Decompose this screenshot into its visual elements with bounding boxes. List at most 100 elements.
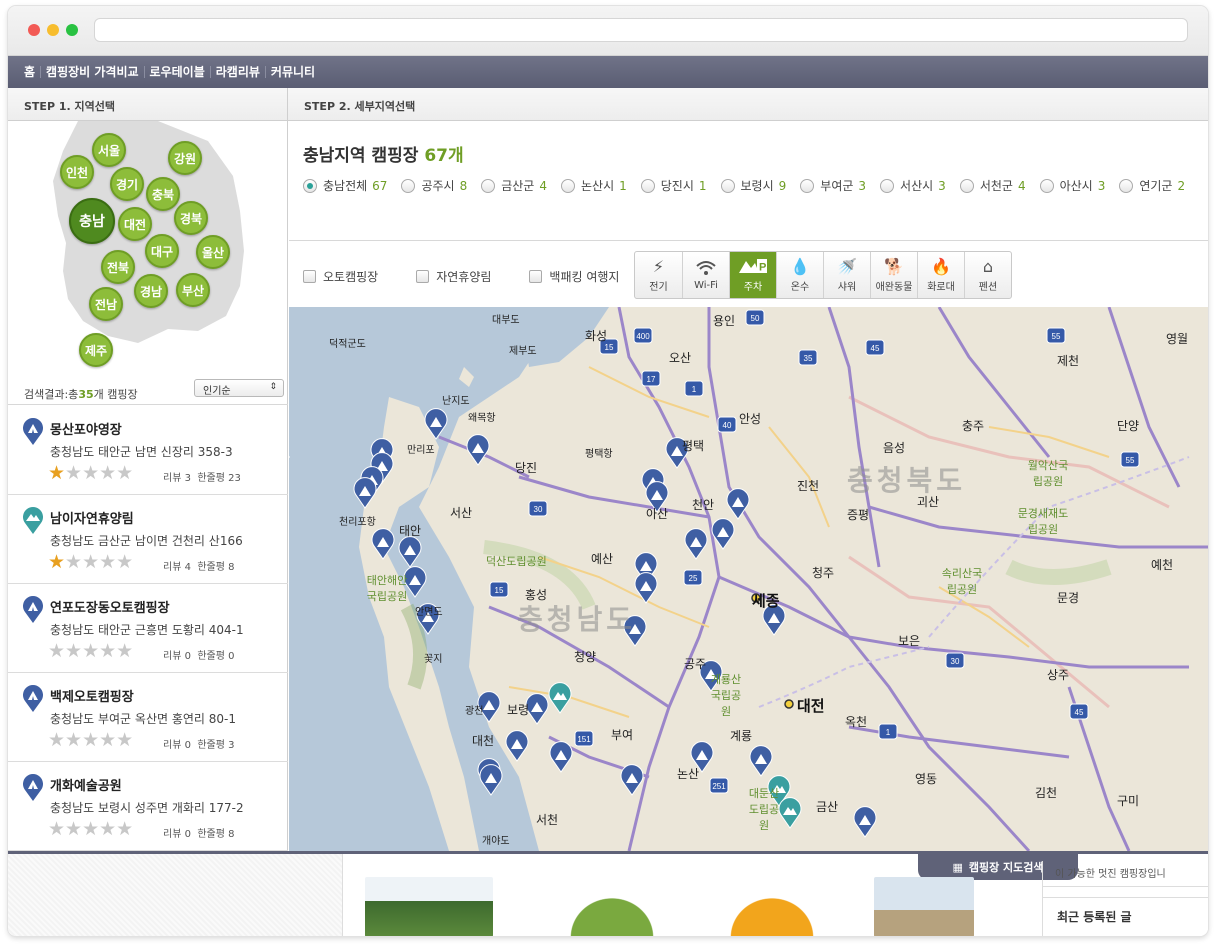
nav-community[interactable]: 커뮤니티 <box>264 66 320 78</box>
checkbox[interactable] <box>416 270 430 283</box>
subregion-option[interactable]: 연기군 2 <box>1119 177 1185 194</box>
campsite-title[interactable]: 백제오토캠핑장 <box>50 686 134 705</box>
radio-button[interactable] <box>1119 178 1134 193</box>
radio-button[interactable] <box>481 178 496 193</box>
thumbnail-image[interactable] <box>708 877 836 936</box>
checkbox[interactable] <box>529 270 543 283</box>
subregion-option[interactable]: 서천군 4 <box>959 177 1026 194</box>
tent-pin-icon[interactable] <box>749 745 773 777</box>
subregion-option[interactable]: 금산군 4 <box>481 177 547 194</box>
tent-pin-icon[interactable] <box>684 528 708 560</box>
tent-pin-icon[interactable] <box>371 528 395 560</box>
thumbnail-image[interactable] <box>365 877 493 936</box>
type-option-auto[interactable]: 오토캠핑장 <box>303 268 378 285</box>
region-incheon[interactable]: 인천 <box>60 155 94 189</box>
tent-pin-icon[interactable] <box>726 488 750 520</box>
radio-button[interactable] <box>401 178 416 193</box>
radio-button[interactable] <box>720 178 735 193</box>
sort-select[interactable]: 인기순 ⇕ <box>194 379 284 397</box>
tent-pin-icon[interactable] <box>634 572 658 604</box>
close-window-button[interactable] <box>28 24 40 36</box>
tent-pin-icon[interactable] <box>353 477 377 509</box>
campsite-list-item[interactable]: 남이자연휴양림 충청남도 금산군 남이면 건천리 산166 ★★★★★ 리뷰 4… <box>8 495 288 584</box>
type-option-forest[interactable]: 자연휴양림 <box>416 268 491 285</box>
tent-pin-icon[interactable] <box>711 518 735 550</box>
region-gyeonggi[interactable]: 경기 <box>110 167 144 201</box>
tent-pin-icon[interactable] <box>466 434 490 466</box>
region-gangwon[interactable]: 강원 <box>168 141 202 175</box>
map-label: 청주 <box>812 566 835 580</box>
tent-pin-icon[interactable] <box>549 741 573 773</box>
address-bar[interactable] <box>94 18 1188 42</box>
amenity-wifi-button[interactable]: Wi-Fi <box>682 252 729 298</box>
amenity-fire-button[interactable]: 🔥 화로대 <box>917 252 964 298</box>
campsite-list-item[interactable]: 백제오토캠핑장 충청남도 부여군 옥산면 홍연리 80-1 ★★★★★ 리뷰 0… <box>8 673 288 762</box>
zoom-window-button[interactable] <box>66 24 78 36</box>
campsite-map[interactable]: 1 15 17 25 30 35 40 45 50 55 151 251 400 15 30 1 45 55 충청… <box>289 307 1208 851</box>
oneline-count: 한줄평 3 <box>197 740 235 751</box>
region-gyeongbuk[interactable]: 경북 <box>174 201 208 235</box>
subregion-option[interactable]: 서산시 3 <box>880 177 946 194</box>
checkbox[interactable] <box>303 270 316 283</box>
radio-button[interactable] <box>880 178 895 193</box>
thumbnail-image[interactable] <box>548 877 676 936</box>
region-seoul[interactable]: 서울 <box>92 133 126 167</box>
amenity-shower-button[interactable]: 🚿 샤워 <box>823 252 870 298</box>
region-daejeon[interactable]: 대전 <box>118 207 152 241</box>
radio-button[interactable] <box>560 178 575 193</box>
type-filter: 오토캠핑장 자연휴양림 백패킹 여행지 <box>303 268 657 285</box>
region-chungnam[interactable]: 충남 <box>69 198 115 244</box>
tent-pin-icon[interactable] <box>505 730 529 762</box>
tent-pin-icon[interactable] <box>424 408 448 440</box>
radio-button[interactable] <box>640 178 655 193</box>
amenity-pet-button[interactable]: 🐕 애완동물 <box>870 252 917 298</box>
subregion-option[interactable]: 논산시 1 <box>560 177 627 194</box>
region-jeonnam[interactable]: 전남 <box>89 287 123 321</box>
oneline-count: 한줄평 0 <box>197 651 235 662</box>
amenity-hotwater-button[interactable]: 💧 온수 <box>776 252 823 298</box>
nav-low-table[interactable]: 로우테이블 <box>143 66 210 78</box>
subregion-option-all[interactable]: 충남전체 67 <box>303 177 387 194</box>
region-jeonbuk[interactable]: 전북 <box>101 250 135 284</box>
amenity-parking-button[interactable]: P 주차 <box>729 252 776 298</box>
nav-home[interactable]: 홈 <box>24 66 40 78</box>
radio-button[interactable] <box>1039 178 1054 193</box>
highway-number: 15 <box>605 343 614 352</box>
tent-pin-icon[interactable] <box>479 764 503 796</box>
subregion-option[interactable]: 공주시 8 <box>401 177 467 194</box>
nav-review[interactable]: 라캠리뷰 <box>209 66 265 78</box>
tent-pin-icon[interactable] <box>525 693 549 725</box>
campsite-title[interactable]: 개화예술공원 <box>50 775 122 794</box>
tent-pin-icon[interactable] <box>398 536 422 568</box>
region-busan[interactable]: 부산 <box>176 273 210 307</box>
mountain-pin-icon[interactable] <box>548 682 572 714</box>
amenity-electric-button[interactable]: ⚡ 전기 <box>635 252 682 298</box>
campsite-list-item[interactable]: 연포도장동오토캠핑장 충청남도 태안군 근흥면 도황리 404-1 ★★★★★ … <box>8 584 288 673</box>
amenity-pension-button[interactable]: ⌂ 펜션 <box>964 252 1011 298</box>
radio-button[interactable] <box>800 178 815 193</box>
notice-ticker[interactable]: 이 가능한 멋진 캠핑장입니 <box>1043 861 1208 887</box>
subregion-option[interactable]: 아산시 3 <box>1039 177 1105 194</box>
subregion-option[interactable]: 부여군 3 <box>800 177 866 194</box>
radio-button[interactable] <box>959 178 974 193</box>
nav-price-compare[interactable]: 캠핑장비 가격비교 <box>40 66 144 78</box>
region-daegu[interactable]: 대구 <box>145 234 179 268</box>
region-ulsan[interactable]: 울산 <box>196 235 230 269</box>
subregion-option[interactable]: 보령시 9 <box>720 177 786 194</box>
amenity-toolbar: ⚡ 전기 Wi-Fi P 주차 💧 온수 🚿 샤워 🐕 애완동물 🔥 화로대 ⌂ 펜션 <box>634 251 1012 299</box>
region-gyeongnam[interactable]: 경남 <box>134 274 168 308</box>
minimize-window-button[interactable] <box>47 24 59 36</box>
radio-button[interactable] <box>303 178 317 193</box>
tent-pin-icon[interactable] <box>853 806 877 838</box>
campsite-title[interactable]: 몽산포야영장 <box>50 419 122 438</box>
type-option-backpacking[interactable]: 백패킹 여행지 <box>529 268 619 285</box>
campsite-title[interactable]: 연포도장동오토캠핑장 <box>50 597 170 616</box>
tent-pin-icon[interactable] <box>620 764 644 796</box>
campsite-list-item[interactable]: 개화예술공원 충청남도 보령시 성주면 개화리 177-2 ★★★★★ 리뷰 0… <box>8 762 288 851</box>
campsite-list-item[interactable]: 몽산포야영장 충청남도 태안군 남면 신장리 358-3 ★★★★★ 리뷰 3 … <box>8 406 288 495</box>
region-jeju[interactable]: 제주 <box>79 333 113 367</box>
region-chungbuk[interactable]: 충북 <box>146 177 180 211</box>
thumbnail-image[interactable] <box>874 877 974 936</box>
campsite-title[interactable]: 남이자연휴양림 <box>50 508 134 527</box>
subregion-option[interactable]: 당진시 1 <box>640 177 707 194</box>
